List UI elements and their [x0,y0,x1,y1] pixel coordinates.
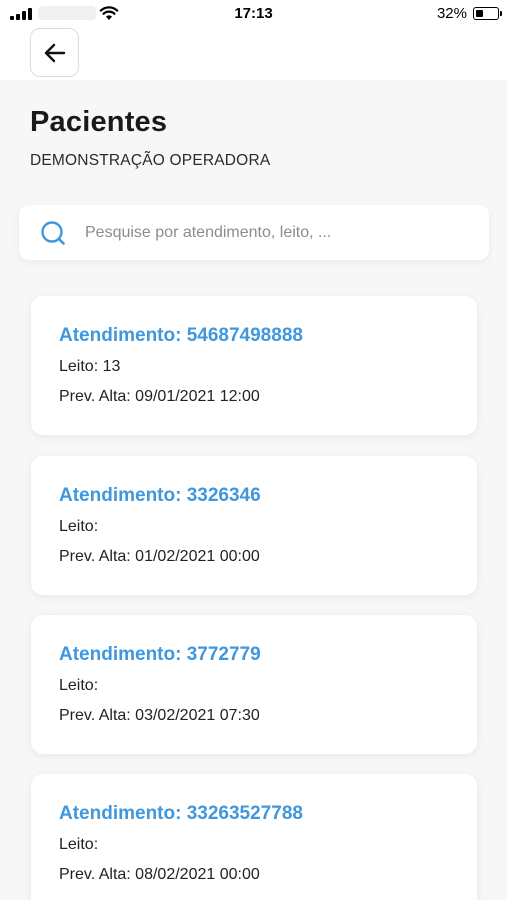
patient-card[interactable]: Atendimento: 33263527788 Leito: Prev. Al… [31,774,477,900]
patient-card-bed: Leito: [59,677,99,694]
patient-card-discharge: Prev. Alta: 03/02/2021 07:30 [59,707,260,724]
page-title: Pacientes [30,106,168,138]
patient-card-title: Atendimento: 3326346 [59,485,261,506]
search-icon [41,221,65,245]
patient-card-discharge: Prev. Alta: 09/01/2021 12:00 [59,388,260,405]
page-subtitle: DEMONSTRAÇÃO OPERADORA [30,152,271,169]
arrow-left-icon [44,43,65,62]
battery-icon [473,7,502,20]
patient-card-bed: Leito: [59,518,99,535]
patient-card-title: Atendimento: 33263527788 [59,803,303,824]
status-time: 17:13 [234,5,273,22]
back-button[interactable] [30,28,79,77]
patient-card-bed: Leito: 13 [59,358,121,375]
patient-card-bed: Leito: [59,836,99,853]
search-input[interactable] [85,217,475,249]
patient-card-discharge: Prev. Alta: 08/02/2021 00:00 [59,866,260,883]
patient-card-title: Atendimento: 3772779 [59,644,261,665]
status-bar: 17:13 32% [0,0,507,28]
patients-screen: 17:13 32% Pacientes DEMONSTRAÇÃO OPERADO… [0,0,507,900]
patient-card[interactable]: Atendimento: 54687498888 Leito: 13 Prev.… [31,296,477,435]
patient-card[interactable]: Atendimento: 3326346 Leito: Prev. Alta: … [31,456,477,595]
patient-card[interactable]: Atendimento: 3772779 Leito: Prev. Alta: … [31,615,477,754]
patient-card-title: Atendimento: 54687498888 [59,325,303,346]
battery-percent: 32% [436,5,467,22]
patient-card-discharge: Prev. Alta: 01/02/2021 00:00 [59,548,260,565]
search-bar[interactable] [19,205,489,260]
